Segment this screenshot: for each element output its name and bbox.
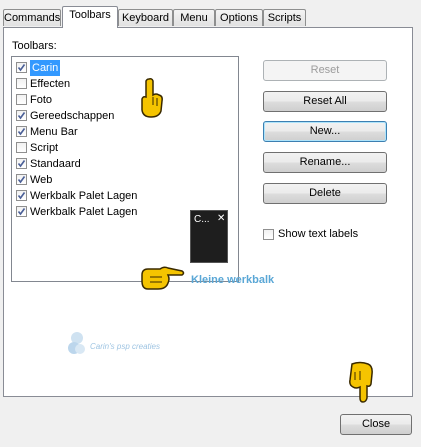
tab-commands[interactable]: Commands (3, 9, 61, 26)
list-item-label: Werkbalk Palet Lagen (30, 206, 138, 218)
checkbox[interactable] (16, 62, 27, 73)
list-item[interactable]: Menu Bar (14, 124, 236, 140)
reset-all-button[interactable]: Reset All (263, 91, 387, 112)
reset-button[interactable]: Reset (263, 60, 387, 81)
tab-scripts[interactable]: Scripts (263, 9, 306, 26)
list-item-label: Standaard (30, 158, 81, 170)
mini-toolbar[interactable]: C... ✕ (190, 210, 228, 263)
checkbox[interactable] (263, 229, 274, 240)
watermark-logo-icon (68, 332, 85, 354)
tab-menu[interactable]: Menu (173, 9, 215, 26)
list-item[interactable]: Standaard (14, 156, 236, 172)
list-item-label: Foto (30, 94, 53, 106)
list-item-label: Web (30, 174, 53, 186)
list-item-label: Gereedschappen (30, 110, 115, 122)
checkbox[interactable] (16, 174, 27, 185)
checkbox[interactable] (16, 94, 27, 105)
checkbox[interactable] (16, 126, 27, 137)
checkbox[interactable] (16, 142, 27, 153)
show-text-labels-checkbox[interactable]: Show text labels (263, 227, 393, 243)
list-item[interactable]: Effecten (14, 76, 236, 92)
checkbox[interactable] (16, 78, 27, 89)
list-item-label: Werkbalk Palet Lagen (30, 190, 138, 202)
list-item[interactable]: Gereedschappen (14, 108, 236, 124)
list-item-label: Effecten (30, 78, 71, 90)
checkbox[interactable] (16, 110, 27, 121)
list-item-label: Script (30, 142, 59, 154)
rename-button[interactable]: Rename... (263, 152, 387, 173)
tab-options[interactable]: Options (215, 9, 263, 26)
hand-pointing-right-icon (141, 266, 185, 290)
watermark-text: Carin's psp creaties (90, 342, 160, 351)
list-item-label: Menu Bar (30, 126, 78, 138)
checkbox[interactable] (16, 190, 27, 201)
mini-toolbar-title: C... (194, 214, 210, 225)
tab-keyboard[interactable]: Keyboard (118, 9, 173, 26)
close-button[interactable]: Close (340, 414, 412, 435)
checkbox[interactable] (16, 206, 27, 217)
hand-pointing-down-icon (349, 361, 373, 403)
list-item-label: Carin (30, 60, 61, 76)
show-text-labels-label: Show text labels (278, 228, 359, 240)
list-item[interactable]: Werkbalk Palet Lagen (14, 188, 236, 204)
hand-pointing-up-icon (141, 78, 163, 118)
delete-button[interactable]: Delete (263, 183, 387, 204)
annotation-label: Kleine werkbalk (191, 274, 275, 286)
list-item[interactable]: Foto (14, 92, 236, 108)
list-item[interactable]: Web (14, 172, 236, 188)
list-item[interactable]: Script (14, 140, 236, 156)
checkbox[interactable] (16, 158, 27, 169)
tab-toolbars[interactable]: Toolbars (62, 6, 118, 28)
toolbars-label: Toolbars: (12, 40, 57, 52)
list-item[interactable]: Carin (14, 60, 236, 76)
close-icon[interactable]: ✕ (217, 213, 225, 224)
new-button[interactable]: New... (263, 121, 387, 142)
